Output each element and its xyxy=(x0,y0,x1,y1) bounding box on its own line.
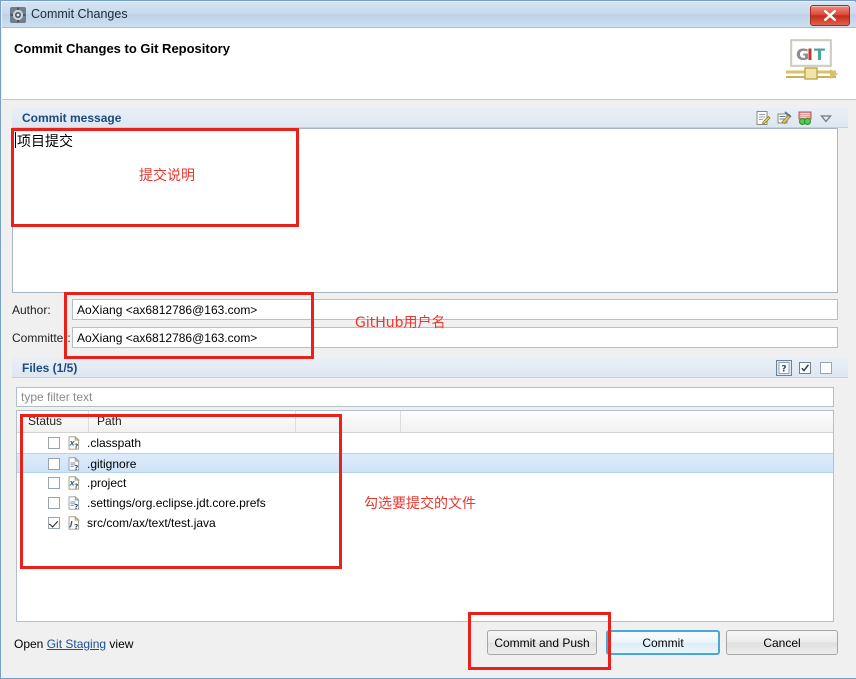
table-row[interactable]: ? .settings/org.eclipse.jdt.core.prefs xyxy=(17,493,833,513)
text-caret xyxy=(15,132,16,148)
java-file-unknown-icon: J? xyxy=(67,515,81,531)
table-row[interactable]: ? .gitignore xyxy=(17,453,833,473)
author-input[interactable] xyxy=(72,299,838,320)
table-row[interactable]: X? .project xyxy=(17,473,833,493)
show-untracked-icon[interactable]: ? xyxy=(776,360,792,376)
files-section-bar: Files (1/5) ? xyxy=(12,358,848,378)
svg-text:?: ? xyxy=(74,503,78,510)
files-table-body: X? .classpath? .gitignore X? .project? .setti… xyxy=(17,433,833,533)
commit-message-toolbar xyxy=(755,110,834,126)
svg-text:?: ? xyxy=(74,483,78,490)
commit-message-input[interactable] xyxy=(12,128,838,293)
commit-message-value: 项目提交 xyxy=(17,133,73,149)
signed-off-icon[interactable] xyxy=(776,110,792,126)
committer-label: Committer: xyxy=(12,331,71,345)
row-path-label: .settings/org.eclipse.jdt.core.prefs xyxy=(87,496,266,510)
svg-text:?: ? xyxy=(74,464,78,471)
window-title: Commit Changes xyxy=(31,7,128,21)
table-row[interactable]: J? src/com/ax/text/test.java xyxy=(17,513,833,533)
column-header-path[interactable]: Path xyxy=(97,414,122,428)
svg-text:I: I xyxy=(807,45,813,64)
commit-and-push-button[interactable]: Commit and Push xyxy=(487,630,597,655)
dialog-body: Commit message 项目提交 Author: AoXiang <ax6… xyxy=(2,100,856,678)
row-checkbox[interactable] xyxy=(48,497,60,509)
column-separator[interactable] xyxy=(88,411,89,432)
table-row[interactable]: X? .classpath xyxy=(17,433,833,453)
svg-text:T: T xyxy=(814,45,825,64)
open-prefix: Open xyxy=(14,637,47,651)
svg-text:?: ? xyxy=(781,365,786,375)
filter-input[interactable] xyxy=(16,387,834,407)
files-table-header: Status Path xyxy=(17,411,833,433)
chevron-down-icon[interactable] xyxy=(818,110,834,126)
open-git-staging-text: Open Git Staging view xyxy=(14,637,133,651)
column-header-status[interactable]: Status xyxy=(28,414,62,428)
deselect-all-icon[interactable] xyxy=(818,360,834,376)
xml-file-unknown-icon: X? xyxy=(67,475,81,491)
row-path-label: .classpath xyxy=(87,436,142,450)
git-staging-link[interactable]: Git Staging xyxy=(47,637,106,651)
row-path-label: .gitignore xyxy=(87,457,137,471)
row-checkbox[interactable] xyxy=(48,517,60,529)
xml-file-unknown-icon: X? xyxy=(67,435,81,451)
dialog-header: Commit Changes to Git Repository G I T xyxy=(2,28,856,100)
svg-text:?: ? xyxy=(74,523,78,530)
git-logo: G I T xyxy=(780,36,842,88)
svg-text:?: ? xyxy=(74,443,78,450)
author-label: Author: xyxy=(12,303,51,317)
title-bar: Commit Changes xyxy=(2,2,856,28)
row-checkbox[interactable] xyxy=(48,477,60,489)
files-toolbar: ? xyxy=(776,360,834,376)
committer-input[interactable] xyxy=(72,327,838,348)
commit-gear-icon xyxy=(10,7,26,23)
row-path-label: src/com/ax/text/test.java xyxy=(87,516,216,530)
cancel-button[interactable]: Cancel xyxy=(726,630,838,655)
commit-changes-dialog: Commit Changes Commit Changes to Git Rep… xyxy=(0,0,856,679)
page-title: Commit Changes to Git Repository xyxy=(14,41,230,56)
row-checkbox[interactable] xyxy=(48,437,60,449)
text-file-unknown-icon: ? xyxy=(67,495,81,511)
files-label: Files (1/5) xyxy=(22,361,78,375)
change-id-icon[interactable] xyxy=(797,110,813,126)
files-table: Status Path X? .classpath? .gitignore X? .pr… xyxy=(16,410,834,622)
commit-button[interactable]: Commit xyxy=(606,630,720,655)
open-suffix: view xyxy=(106,637,134,651)
row-checkbox[interactable] xyxy=(48,458,60,470)
column-separator[interactable] xyxy=(295,411,296,432)
commit-message-section-bar: Commit message xyxy=(12,108,848,128)
close-button[interactable] xyxy=(810,5,850,26)
text-file-unknown-icon: ? xyxy=(67,456,81,472)
row-path-label: .project xyxy=(87,476,127,490)
commit-message-label: Commit message xyxy=(22,111,122,125)
column-separator[interactable] xyxy=(400,411,401,432)
select-all-icon[interactable] xyxy=(797,360,813,376)
amend-icon[interactable] xyxy=(755,110,771,126)
